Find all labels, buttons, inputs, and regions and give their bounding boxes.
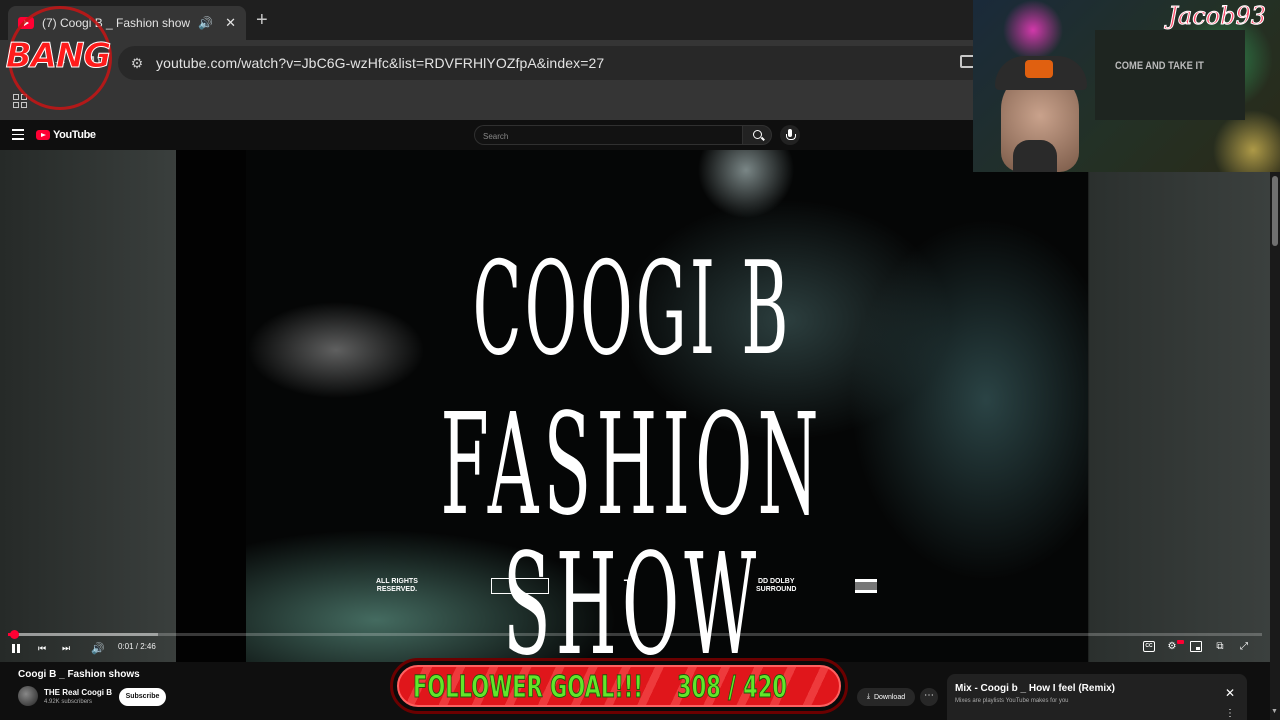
label-logo-box — [491, 578, 549, 594]
download-label: Download — [873, 693, 906, 701]
miniplayer-icon[interactable] — [1190, 641, 1202, 652]
poster-text: COME AND TAKE IT — [1115, 60, 1204, 72]
captions-icon[interactable]: CC — [1143, 641, 1155, 652]
follower-goal-overlay: FOLLOWER GOAL!!! 308 / 420 — [390, 658, 848, 714]
fullscreen-icon[interactable]: ⤢ — [1238, 641, 1250, 652]
site-settings-icon[interactable]: ⚙ — [118, 55, 156, 72]
youtube-logo-text: YouTube — [53, 129, 96, 141]
download-icon: ⤓ — [866, 693, 870, 700]
address-bar[interactable]: ⚙ youtube.com/watch?v=JbC6G-wzHfc&list=R… — [118, 46, 988, 80]
cast-icon[interactable]: ⧉ — [1214, 641, 1226, 652]
tab-close-icon[interactable]: ✕ — [225, 15, 236, 31]
stamp-text: BANG — [5, 36, 112, 77]
follower-goal-bar: FOLLOWER GOAL!!! 308 / 420 — [397, 665, 841, 707]
hd-badge — [1177, 640, 1184, 644]
search-button[interactable] — [742, 125, 772, 145]
cap-logo — [1025, 60, 1053, 78]
progress-bar[interactable] — [8, 630, 1262, 639]
channel-avatar[interactable] — [18, 686, 38, 706]
kebab-menu-icon[interactable]: ⋮ — [1225, 708, 1235, 719]
speaker-icon[interactable]: 🔊 — [198, 16, 213, 30]
menu-icon[interactable] — [12, 129, 24, 143]
parental-advisory-icon — [855, 579, 877, 593]
new-tab-button[interactable]: + — [256, 9, 268, 32]
time-display: 0:01 / 2:46 — [118, 642, 156, 651]
mix-playlist-panel[interactable]: Mix - Coogi b _ How I feel (Remix) Mixes… — [947, 674, 1247, 720]
url-text[interactable]: youtube.com/watch?v=JbC6G-wzHfc&list=RDV… — [156, 55, 604, 71]
video-player[interactable]: COOGI B FASHION SHOW ALL RIGHTS RESERVED… — [0, 150, 1270, 662]
video-title: Coogi B _ Fashion shows — [18, 669, 140, 680]
bang-stamp-logo: BANG — [4, 6, 112, 110]
subscribe-button[interactable]: Subscribe — [119, 688, 166, 706]
volume-icon[interactable]: 🔊 — [91, 641, 105, 655]
pause-icon[interactable] — [12, 641, 22, 655]
channel-name[interactable]: THE Real Coogi B — [44, 688, 112, 697]
video-frame[interactable]: COOGI B FASHION SHOW ALL RIGHTS RESERVED… — [176, 150, 1088, 662]
wall-poster — [1095, 30, 1245, 120]
close-icon[interactable]: ✕ — [1225, 686, 1235, 700]
streamer-name: Jacob93 — [1168, 2, 1267, 31]
previous-icon[interactable]: ⏮ — [38, 641, 46, 655]
progress-buffered — [8, 633, 159, 636]
mix-subtitle: Mixes are playlists YouTube makes for yo… — [955, 698, 1069, 704]
search-icon — [753, 130, 762, 139]
video-title-line-2: FASHION SHOW — [440, 384, 824, 663]
youtube-play-icon — [36, 130, 50, 140]
voice-search-mic-icon[interactable] — [780, 125, 800, 145]
search-input[interactable] — [475, 127, 742, 146]
download-button[interactable]: ⤓ Download — [857, 688, 915, 706]
microphone — [1013, 140, 1057, 172]
follower-goal-label: FOLLOWER GOAL!!! — [413, 670, 644, 705]
video-title-line-1: COOGI B — [472, 235, 792, 384]
follower-goal-count: 308 / 420 — [677, 670, 788, 705]
label-logo: T — [623, 576, 633, 592]
screen: (7) Coogi B _ Fashion shows 🔊 ✕ + ← → ↻ … — [0, 0, 1280, 720]
more-actions-icon[interactable]: ⋯ — [920, 688, 938, 706]
dolby-logo: DD DOLBY SURROUND — [756, 578, 797, 594]
search-box — [474, 125, 742, 146]
youtube-logo[interactable]: YouTube — [36, 129, 96, 141]
webcam-overlay: COME AND TAKE IT Jacob93 — [973, 0, 1280, 172]
video-shadow — [176, 150, 246, 662]
rights-reserved-text: ALL RIGHTS RESERVED. — [376, 578, 418, 593]
scrollbar-thumb[interactable] — [1272, 176, 1278, 246]
mix-title[interactable]: Mix - Coogi b _ How I feel (Remix) — [955, 683, 1115, 694]
scroll-down-icon[interactable]: ▼ — [1271, 708, 1278, 715]
subscriber-count: 4.92K subscribers — [44, 699, 93, 705]
next-icon[interactable]: ⏭ — [62, 641, 70, 655]
scrubber-handle[interactable] — [10, 630, 19, 639]
